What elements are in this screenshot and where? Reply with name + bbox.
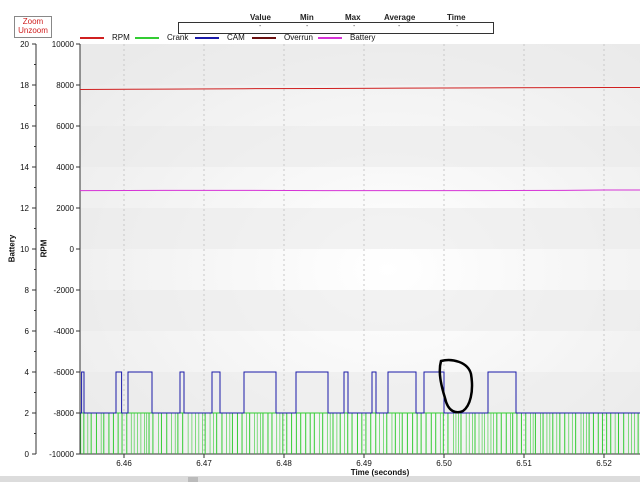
legend-crank: Crank — [135, 33, 188, 42]
legend-overrun: Overrun — [252, 33, 313, 42]
zoom-controls: Zoom Unzoom — [14, 16, 52, 38]
battery-tick-label: 2 — [25, 409, 30, 418]
x-tick-label: 6.52 — [596, 459, 612, 468]
x-tick-label: 6.49 — [356, 459, 372, 468]
zoom-button[interactable]: Zoom — [15, 17, 51, 26]
stats-value-max: - — [353, 23, 356, 30]
unzoom-button[interactable]: Unzoom — [15, 26, 51, 35]
legend-crank-swatch — [135, 36, 159, 39]
x-tick-label: 6.50 — [436, 459, 452, 468]
battery-tick-label: 8 — [25, 286, 30, 295]
battery-tick-label: 4 — [25, 368, 30, 377]
y-right-label: RPM — [39, 239, 49, 258]
stats-header-value: Value — [250, 13, 271, 22]
legend-battery-swatch — [318, 36, 342, 39]
legend-cam: CAM — [195, 33, 245, 42]
rpm-tick-label: -8000 — [54, 409, 75, 418]
stats-value-value: - — [259, 23, 262, 30]
grid-band — [80, 126, 640, 167]
legend-rpm-swatch — [80, 36, 104, 39]
rpm-tick-label: 8000 — [56, 81, 74, 90]
x-axis-label: Time (seconds) — [350, 468, 410, 477]
stats-header-max: Max — [345, 13, 361, 22]
grid-band — [80, 208, 640, 249]
stats-header-min: Min — [300, 13, 314, 22]
stats-value-average: - — [398, 23, 401, 30]
legend-rpm: RPM — [80, 33, 130, 42]
x-tick-label: 6.51 — [516, 459, 532, 468]
legend-battery: Battery — [318, 33, 375, 42]
y-left-label: Battery — [7, 234, 17, 263]
rpm-tick-label: -6000 — [54, 368, 75, 377]
battery-tick-label: 10 — [20, 245, 29, 254]
battery-tick-label: 6 — [25, 327, 30, 336]
stats-header-time: Time — [447, 13, 466, 22]
grid-band — [80, 372, 640, 413]
stats-value-min: - — [306, 23, 309, 30]
stats-value-time: - — [456, 23, 459, 30]
legend-overrun-swatch — [252, 36, 276, 39]
legend-cam-swatch — [195, 36, 219, 39]
grid-band — [80, 290, 640, 331]
rpm-tick-label: 4000 — [56, 163, 74, 172]
rpm-tick-label: -4000 — [54, 327, 75, 336]
battery-tick-label: 12 — [20, 204, 29, 213]
rpm-tick-label: 6000 — [56, 122, 74, 131]
x-tick-label: 6.46 — [116, 459, 132, 468]
battery-tick-label: 20 — [20, 40, 29, 49]
rpm-tick-label: -2000 — [54, 286, 75, 295]
x-tick-label: 6.48 — [276, 459, 292, 468]
battery-tick-label: 14 — [20, 163, 29, 172]
x-tick-label: 6.47 — [196, 459, 212, 468]
scrollbar-thumb — [188, 477, 198, 482]
stats-header-average: Average — [384, 13, 416, 22]
rpm-tick-label: 10000 — [52, 40, 75, 49]
rpm-tick-label: -10000 — [49, 450, 74, 459]
chart-canvas: 6.46 6.47 6.48 6.49 6.50 6.51 6.52 0 2 4 6 8 10 12 14 1… — [0, 40, 640, 482]
battery-tick-label: 18 — [20, 81, 29, 90]
battery-tick-label: 0 — [25, 450, 30, 459]
rpm-tick-label: 2000 — [56, 204, 74, 213]
grid-band — [80, 44, 640, 85]
rpm-tick-label: 0 — [70, 245, 75, 254]
battery-tick-label: 16 — [20, 122, 29, 131]
